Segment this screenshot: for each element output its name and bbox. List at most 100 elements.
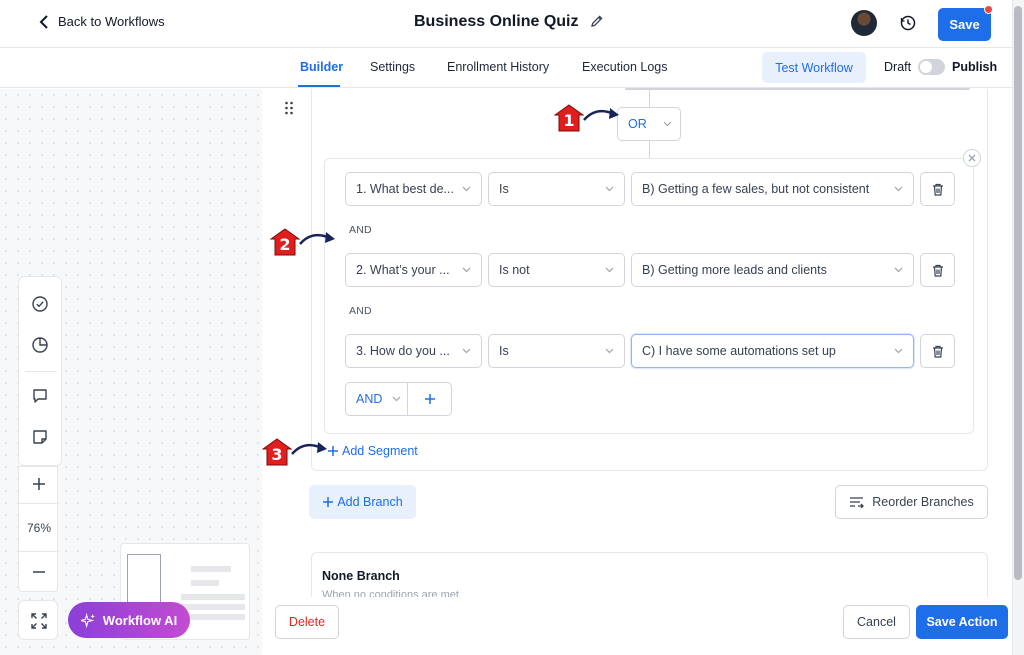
delete-condition-button[interactable] [920, 253, 955, 287]
condition-value-select[interactable]: B) Getting a few sales, but not consiste… [631, 172, 914, 206]
condition-operator-value: Is not [499, 263, 530, 277]
chevron-down-icon [894, 267, 903, 273]
none-branch-title: None Branch [322, 569, 400, 583]
workflow-ai-label: Workflow AI [102, 612, 178, 628]
condition-field-value: 1. What best de... [356, 182, 454, 196]
cancel-button[interactable]: Cancel [843, 605, 910, 639]
history-icon[interactable] [899, 14, 917, 35]
minimap-node [191, 580, 219, 586]
add-condition-button[interactable] [407, 382, 452, 416]
top-header: Back to Workflows Business Online Quiz S… [0, 0, 1012, 48]
chevron-down-icon [894, 348, 903, 354]
segment-operator-select[interactable]: OR [617, 107, 681, 141]
condition-operator-select[interactable]: Is [488, 334, 625, 368]
workflow-title: Business Online Quiz [414, 13, 579, 30]
condition-value: C) I have some automations set up [642, 344, 836, 358]
previous-segment-edge [625, 88, 970, 90]
condition-field-value: 2. What’s your ... [356, 263, 450, 277]
save-button[interactable]: Save [938, 8, 991, 41]
condition-value-select[interactable]: B) Getting more leads and clients [631, 253, 914, 287]
pencil-icon[interactable] [590, 14, 604, 31]
close-icon [968, 154, 976, 162]
minimap-node [181, 594, 245, 600]
sparkle-icon [80, 612, 95, 628]
back-label: Back to Workflows [58, 14, 165, 29]
minimap-node [181, 614, 245, 620]
callout-marker-1: 1 [554, 104, 624, 134]
delete-button[interactable]: Delete [275, 605, 339, 639]
delete-condition-button[interactable] [920, 172, 955, 206]
trash-icon [932, 345, 943, 358]
workflow-ai-button[interactable]: Workflow AI [68, 602, 190, 638]
curved-arrow-icon [291, 442, 327, 455]
remove-segment-button[interactable] [963, 149, 981, 167]
connector-line [649, 141, 650, 158]
zoom-in-icon[interactable] [30, 475, 48, 493]
callout-number: 3 [271, 445, 283, 464]
scrollbar-thumb[interactable] [1014, 6, 1022, 580]
chevron-down-icon [894, 186, 903, 192]
add-segment-link[interactable]: Add Segment [327, 444, 418, 458]
tabs-bar: Builder Settings Enrollment History Exec… [0, 48, 1012, 88]
minimap-node [191, 566, 231, 572]
condition-operator-value: Is [499, 344, 509, 358]
and-joiner-label: AND [349, 224, 372, 236]
test-workflow-button[interactable]: Test Workflow [762, 52, 866, 83]
callout-marker-2: 2 [270, 228, 340, 258]
pie-chart-icon[interactable] [31, 336, 49, 354]
zoom-level: 76% [26, 521, 52, 535]
chevron-left-icon [39, 14, 48, 29]
tab-settings[interactable]: Settings [370, 60, 415, 74]
add-branch-button[interactable]: Add Branch [309, 485, 416, 519]
save-action-button[interactable]: Save Action [916, 605, 1008, 639]
check-circle-icon[interactable] [31, 295, 49, 313]
chevron-down-icon [392, 396, 401, 402]
condition-field-select[interactable]: 1. What best de... [345, 172, 482, 206]
plus-icon [424, 394, 435, 404]
publish-toggle[interactable] [918, 59, 945, 75]
zoom-out-icon[interactable] [30, 563, 48, 581]
add-condition-operator-value: AND [356, 392, 383, 406]
condition-operator-value: Is [499, 182, 509, 196]
tab-enrollment-history[interactable]: Enrollment History [447, 60, 549, 74]
condition-field-select[interactable]: 2. What’s your ... [345, 253, 482, 287]
condition-operator-select[interactable]: Is not [488, 253, 625, 287]
trash-icon [932, 183, 943, 196]
tab-execution-logs[interactable]: Execution Logs [582, 60, 667, 74]
reorder-branches-button[interactable]: Reorder Branches [835, 485, 988, 519]
chevron-down-icon [605, 186, 614, 192]
condition-value-select[interactable]: C) I have some automations set up [631, 334, 914, 368]
back-to-workflows-link[interactable]: Back to Workflows [38, 14, 165, 29]
unsaved-indicator-dot [984, 5, 993, 14]
curved-arrow-icon [583, 108, 619, 121]
sticky-note-icon[interactable] [31, 428, 49, 446]
fit-to-screen-button[interactable] [18, 600, 58, 640]
chevron-down-icon [663, 121, 672, 127]
publish-label: Publish [952, 60, 998, 74]
chevron-down-icon [462, 267, 471, 273]
condition-value: B) Getting a few sales, but not consiste… [642, 182, 870, 196]
segment-operator-value: OR [628, 117, 647, 131]
palette-divider [25, 371, 57, 372]
zoom-divider [19, 503, 59, 504]
condition-value: B) Getting more leads and clients [642, 263, 827, 277]
minimap-node [181, 604, 245, 610]
chevron-down-icon [605, 348, 614, 354]
comment-icon[interactable] [31, 387, 49, 405]
draft-label: Draft [884, 60, 912, 74]
callout-number: 2 [279, 235, 291, 254]
add-condition-operator-select[interactable]: AND [345, 382, 408, 416]
chevron-down-icon [462, 186, 471, 192]
user-avatar[interactable] [851, 10, 877, 36]
curved-arrow-icon [299, 232, 335, 245]
delete-condition-button[interactable] [920, 334, 955, 368]
callout-number: 1 [563, 111, 575, 130]
tab-builder[interactable]: Builder [300, 60, 343, 74]
condition-field-select[interactable]: 3. How do you ... [345, 334, 482, 368]
condition-operator-select[interactable]: Is [488, 172, 625, 206]
drag-handle-icon[interactable] [284, 101, 294, 115]
chevron-down-icon [605, 267, 614, 273]
and-joiner-label: AND [349, 305, 372, 317]
callout-marker-3: 3 [262, 438, 332, 468]
reorder-icon [850, 497, 865, 508]
